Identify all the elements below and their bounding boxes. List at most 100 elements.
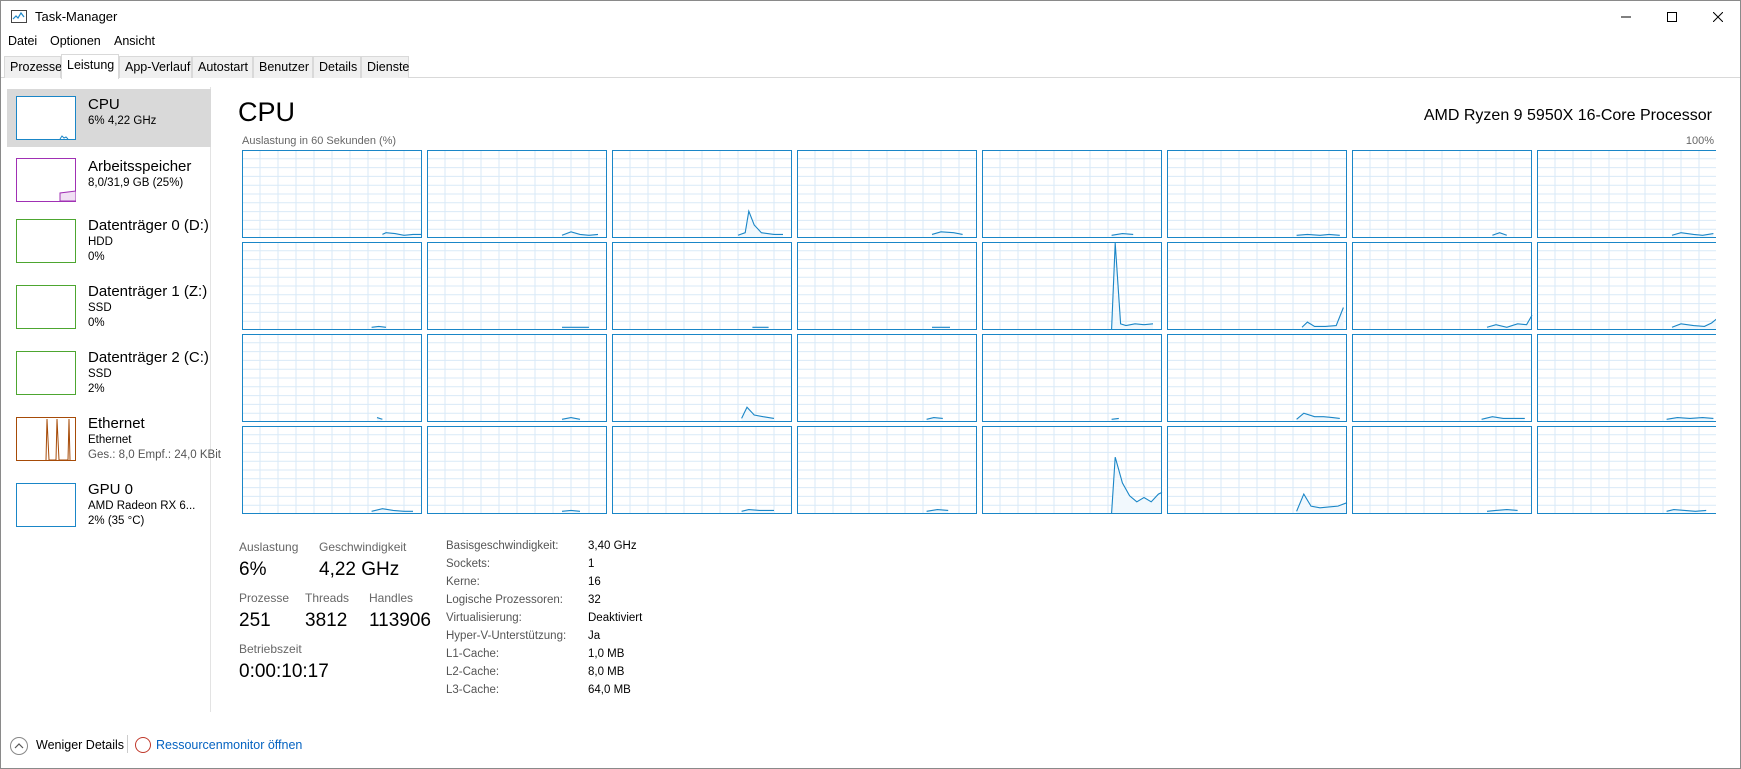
info-label: Logische Prozessoren: xyxy=(446,594,563,606)
info-value: 64,0 MB xyxy=(588,684,631,696)
sidebar-item-type: SSD xyxy=(88,368,112,380)
logical-processor-graph xyxy=(427,334,607,422)
disk-2-thumbnail-graph xyxy=(16,351,76,395)
sidebar-item-gpu[interactable]: GPU 0 AMD Radeon RX 6... 2% (35 °C) xyxy=(7,475,211,535)
utilization-label: Auslastung xyxy=(239,540,299,554)
processes-label: Prozesse xyxy=(239,591,290,605)
logical-processor-graph xyxy=(427,426,607,514)
usage-line xyxy=(1296,233,1340,236)
info-label: L1-Cache: xyxy=(446,648,500,660)
tab-app-verlauf[interactable]: App-Verlauf xyxy=(119,56,192,78)
info-value: 8,0 MB xyxy=(588,666,625,678)
sidebar-item-title: Datenträger 2 (C:) xyxy=(88,349,209,366)
usage-area xyxy=(1111,457,1162,513)
ethernet-thumbnail-graph xyxy=(16,417,76,461)
cpu-model-name: AMD Ryzen 9 5950X 16-Core Processor xyxy=(1423,107,1712,124)
cpu-thumbnail-graph xyxy=(16,96,76,140)
page-title: CPU xyxy=(238,97,296,127)
close-icon xyxy=(1713,11,1723,22)
logical-processor-graph xyxy=(1167,426,1348,514)
info-label: Sockets: xyxy=(446,558,491,570)
usage-area xyxy=(1302,307,1344,329)
tab-autostart[interactable]: Autostart xyxy=(192,56,253,78)
info-value: Ja xyxy=(588,630,601,642)
window-title: Task-Manager xyxy=(35,9,118,24)
tab-details[interactable]: Details xyxy=(313,56,361,78)
tab-prozesse[interactable]: Prozesse xyxy=(4,56,62,78)
usage-line xyxy=(737,209,783,236)
info-label: Hyper-V-Unterstützung: xyxy=(446,630,567,642)
logical-processor-graph xyxy=(797,242,977,330)
logical-processor-graph xyxy=(1537,334,1716,422)
minimize-button[interactable] xyxy=(1603,1,1649,32)
logical-processor-graph xyxy=(242,426,422,514)
sidebar-item-disk-1[interactable]: Datenträger 1 (Z:) SSD 0% xyxy=(7,277,211,337)
tab-dienste[interactable]: Dienste xyxy=(361,56,409,78)
sidebar-item-type: SSD xyxy=(88,302,112,314)
logical-processor-graph xyxy=(612,334,792,422)
maximize-icon xyxy=(1667,11,1677,22)
logical-processor-graph xyxy=(982,242,1162,330)
logical-processor-graph xyxy=(1537,150,1716,238)
sidebar-item-usage: 0% xyxy=(88,317,105,329)
logical-processor-graph xyxy=(612,242,792,330)
sidebar-item-ethernet[interactable]: Ethernet Ethernet Ges.: 8,0 Empf.: 24,0 … xyxy=(7,409,221,469)
sidebar-item-adapter: Ethernet xyxy=(88,434,132,446)
logical-processor-graph xyxy=(1352,426,1532,514)
sidebar-item-detail: 6% 4,22 GHz xyxy=(88,115,157,127)
logical-processor-graph xyxy=(982,150,1162,238)
sidebar-item-memory[interactable]: Arbeitsspeicher 8,0/31,9 GB (25%) xyxy=(7,151,211,209)
logical-processor-graph xyxy=(242,150,422,238)
speed-label: Geschwindigkeit xyxy=(319,540,407,554)
resource-monitor-link[interactable]: Ressourcenmonitor öffnen xyxy=(156,738,302,752)
menu-optionen[interactable]: Optionen xyxy=(50,34,101,48)
info-value: 1 xyxy=(588,558,595,570)
logical-processor-graph xyxy=(1167,242,1347,330)
sidebar-item-detail: 8,0/31,9 GB (25%) xyxy=(88,177,184,189)
logical-processor-graph xyxy=(797,334,977,422)
close-button[interactable] xyxy=(1695,1,1741,32)
fewer-details-button[interactable]: Weniger Details xyxy=(36,738,124,752)
info-label: L3-Cache: xyxy=(446,684,500,696)
logical-processor-graph xyxy=(1537,426,1716,514)
sidebar-item-model: AMD Radeon RX 6... xyxy=(88,500,196,512)
disk-0-thumbnail-graph xyxy=(16,219,76,263)
task-manager-icon xyxy=(11,10,27,23)
footer-divider xyxy=(127,735,128,753)
tab-leistung[interactable]: Leistung xyxy=(61,54,119,79)
logical-processor-graph xyxy=(1167,150,1347,238)
logical-processor-graph xyxy=(1537,242,1716,330)
menu-datei[interactable]: Datei xyxy=(8,34,37,48)
sidebar-item-cpu[interactable]: CPU 6% 4,22 GHz xyxy=(7,89,211,147)
info-value: 3,40 GHz xyxy=(588,540,637,552)
logical-processor-graph xyxy=(1167,334,1347,422)
resource-sidebar: CPU 6% 4,22 GHz Arbeitsspeicher 8,0/31,9… xyxy=(5,87,221,712)
uptime-label: Betriebszeit xyxy=(239,642,302,656)
sidebar-item-title: Ethernet xyxy=(88,415,145,432)
sidebar-item-title: Arbeitsspeicher xyxy=(88,158,192,175)
sidebar-item-usage: 2% (35 °C) xyxy=(88,515,145,527)
logical-processor-graph xyxy=(242,334,422,422)
logical-processor-graph xyxy=(1352,242,1533,330)
menu-ansicht[interactable]: Ansicht xyxy=(114,34,155,48)
info-value: Deaktiviert xyxy=(588,612,643,624)
tab-bar: Prozesse Leistung App-Verlauf Autostart … xyxy=(1,54,1740,79)
logical-processor-graph xyxy=(797,426,977,514)
speed-value: 4,22 GHz xyxy=(319,559,400,580)
task-manager-window: Task-Manager Datei Optionen Ansicht Proz… xyxy=(0,0,1741,769)
minimize-icon xyxy=(1621,16,1631,17)
sidebar-item-title: Datenträger 0 (D:) xyxy=(88,217,209,234)
sidebar-item-disk-0[interactable]: Datenträger 0 (D:) HDD 0% xyxy=(7,211,211,271)
handles-label: Handles xyxy=(369,591,414,605)
maximize-button[interactable] xyxy=(1649,1,1695,32)
handles-value: 113906 xyxy=(369,610,431,631)
sidebar-item-disk-2[interactable]: Datenträger 2 (C:) SSD 2% xyxy=(7,343,211,403)
usage-area xyxy=(1296,494,1347,513)
info-label: Basisgeschwindigkeit: xyxy=(446,540,559,552)
tab-benutzer[interactable]: Benutzer xyxy=(253,56,313,78)
sidebar-item-throughput: Ges.: 8,0 Empf.: 24,0 KBit xyxy=(88,449,221,461)
logical-processor-graph xyxy=(1352,334,1532,422)
sidebar-item-title: Datenträger 1 (Z:) xyxy=(88,283,208,300)
chevron-up-icon[interactable] xyxy=(10,737,28,755)
logical-processor-graph xyxy=(982,426,1163,514)
